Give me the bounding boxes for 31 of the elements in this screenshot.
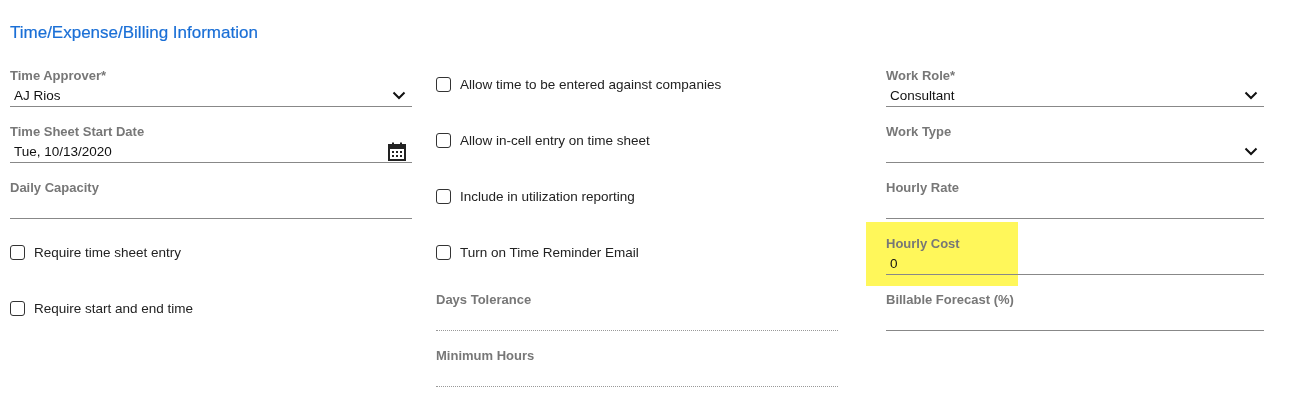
dropdown-field[interactable]: AJ Rios	[10, 84, 412, 108]
checkbox[interactable]	[436, 189, 451, 205]
dropdown-field[interactable]: Consultant	[886, 84, 1264, 108]
checkbox-label[interactable]: Turn on Time Reminder Email	[460, 245, 639, 261]
field-label: Hourly Cost	[886, 236, 960, 253]
field-label: Work Role*	[886, 68, 956, 85]
field-label: Days Tolerance	[436, 292, 532, 309]
field-label: Work Type	[886, 124, 952, 141]
field-label: Billable Forecast (%)	[886, 292, 1014, 309]
input-field[interactable]: 0	[886, 252, 1264, 276]
chevron-down-icon	[1244, 90, 1258, 100]
checkbox[interactable]	[10, 301, 25, 317]
field-label: Minimum Hours	[436, 348, 535, 365]
field-label: Hourly Rate	[886, 180, 959, 197]
checkbox[interactable]	[436, 133, 451, 149]
checkbox-label[interactable]: Allow time to be entered against companies	[460, 77, 722, 93]
checkbox-label[interactable]: Require start and end time	[34, 301, 194, 317]
chevron-down-icon	[392, 90, 406, 100]
checkbox-label[interactable]: Include in utilization reporting	[460, 189, 635, 205]
chevron-down-icon	[1244, 146, 1258, 156]
checkbox[interactable]	[436, 245, 451, 261]
section-title: Time/Expense/Billing Information	[10, 22, 258, 44]
calendar-icon[interactable]	[388, 141, 406, 161]
checkbox[interactable]	[10, 245, 25, 261]
checkbox[interactable]	[436, 77, 451, 93]
date-field[interactable]: Tue, 10/13/2020	[10, 140, 412, 164]
field-label: Time Sheet Start Date	[10, 124, 145, 141]
field-label: Time Approver*	[10, 68, 107, 85]
checkbox-label[interactable]: Allow in-cell entry on time sheet	[460, 133, 650, 149]
checkbox-label[interactable]: Require time sheet entry	[34, 245, 182, 261]
field-label: Daily Capacity	[10, 180, 99, 197]
